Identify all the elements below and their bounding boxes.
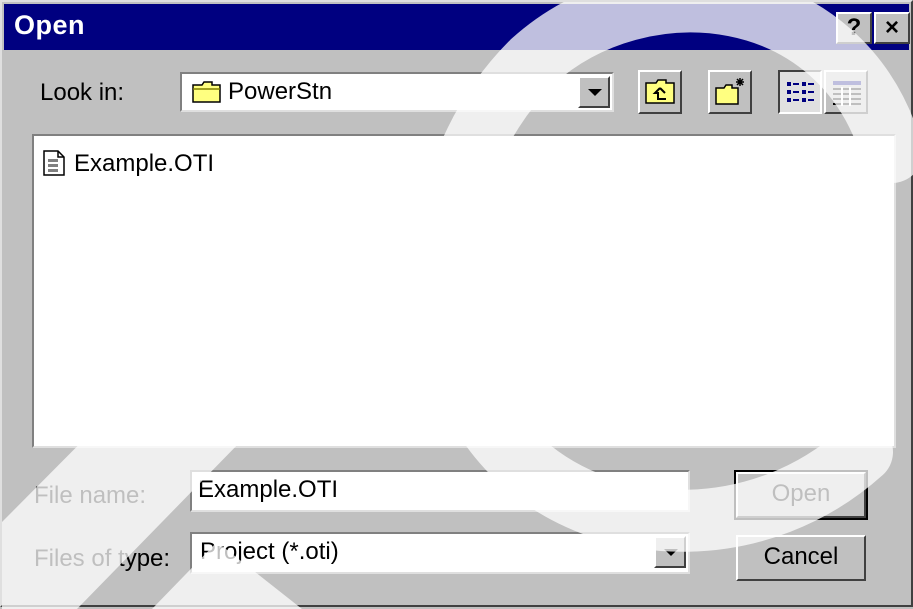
look-in-dropdown-button[interactable] xyxy=(578,76,610,108)
file-type-dropdown-button[interactable] xyxy=(654,536,686,568)
look-in-label: Look in: xyxy=(40,79,125,106)
document-icon xyxy=(42,150,66,181)
open-dialog: Open ? × Look in: PowerStn Example.OTI F… xyxy=(0,0,913,609)
list-view-icon xyxy=(786,80,816,111)
file-type-label: Files of type: xyxy=(34,545,171,572)
look-in-value: PowerStn xyxy=(228,78,333,105)
title-bar[interactable]: Open ? × xyxy=(4,4,910,50)
file-item-name: Example.OTI xyxy=(74,150,215,177)
file-list[interactable]: Example.OTI xyxy=(32,134,896,448)
details-view-icon xyxy=(832,80,862,111)
file-name-input[interactable]: Example.OTI xyxy=(190,470,690,512)
up-one-level-button[interactable] xyxy=(638,70,682,114)
dialog-title: Open xyxy=(14,10,86,40)
folder-icon xyxy=(192,80,222,109)
details-view-button[interactable] xyxy=(824,70,868,114)
help-button[interactable]: ? xyxy=(836,12,872,44)
close-button[interactable]: × xyxy=(874,12,910,44)
file-name-label: File name: xyxy=(34,482,147,509)
file-type-value: Project (*.oti) xyxy=(200,538,339,565)
cancel-button[interactable]: Cancel xyxy=(736,535,866,581)
file-type-combo[interactable]: Project (*.oti) xyxy=(190,532,690,574)
up-one-level-icon xyxy=(644,77,676,110)
open-button[interactable]: Open xyxy=(734,470,868,520)
look-in-combo[interactable]: PowerStn xyxy=(180,72,614,112)
create-new-folder-button[interactable] xyxy=(708,70,752,114)
list-view-button[interactable] xyxy=(778,70,822,114)
new-folder-icon xyxy=(714,76,746,111)
